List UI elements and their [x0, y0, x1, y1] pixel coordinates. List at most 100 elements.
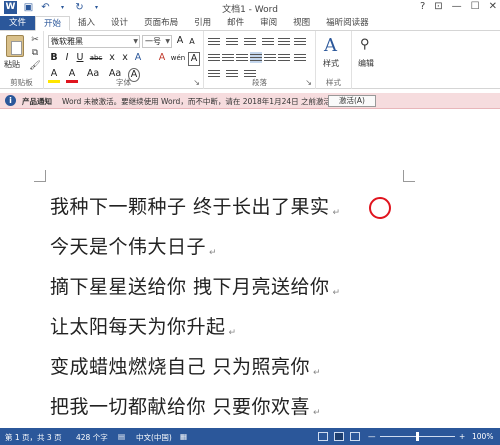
help-button[interactable]: ? — [420, 1, 425, 12]
tab-view[interactable]: 视图 — [285, 16, 318, 30]
styles-group: A 样式 样式 — [316, 31, 352, 89]
margin-corner-top-right — [403, 170, 415, 182]
line-spacing-icon[interactable] — [278, 52, 290, 63]
paragraph-group-label: 段落 — [252, 78, 267, 87]
page-count[interactable]: 第 1 页，共 3 页 — [5, 432, 62, 443]
activate-button[interactable]: 激活(A) — [328, 95, 376, 107]
info-icon: i — [5, 95, 16, 106]
underline-button[interactable]: U — [74, 52, 86, 64]
shrink-font-button[interactable]: A — [186, 36, 198, 48]
macro-icon[interactable]: ▦ — [180, 432, 187, 441]
document-line[interactable]: 把我一切都献给你 只要你欢喜 ↵ — [50, 392, 321, 419]
text-effects-button[interactable]: A — [132, 52, 144, 64]
line-text: 今天是个伟大日子 — [50, 236, 207, 258]
ribbon-display-button[interactable]: ⊡ — [434, 1, 442, 12]
document-line[interactable]: 我种下一颗种子 终于长出了果实 ↵ — [50, 192, 341, 219]
title-bar: W ▣ ↶ ▾ ↻ ▾ 文档1 - Word ? ⊡ — ☐ ✕ — [0, 0, 500, 16]
paragraph-dialog-launcher-icon[interactable]: ↘ — [305, 78, 312, 87]
annotation-circle — [369, 197, 391, 219]
line-text: 让太阳每天为你升起 — [50, 316, 226, 338]
sort-icon[interactable] — [294, 36, 306, 47]
numbering-icon[interactable] — [226, 36, 238, 47]
zoom-out-button[interactable]: — — [368, 432, 376, 441]
font-name-combo[interactable]: 微软雅黑 ▼ — [48, 35, 140, 48]
line-text: 变成蜡烛燃烧自己 只为照亮你 — [50, 356, 311, 378]
styles-icon[interactable]: A — [324, 35, 337, 56]
binoculars-icon[interactable]: ⚲ — [360, 37, 370, 52]
font-group-label: 字体 — [116, 78, 131, 87]
tab-foxit-reader[interactable]: 福昕阅读器 — [318, 16, 377, 30]
ribbon: 粘贴 ✂ ⧉ 🖌 剪贴板 微软雅黑 ▼ 一号 ▼ A A B I U abc x… — [0, 31, 500, 89]
chevron-down-icon: ▼ — [133, 38, 138, 45]
tab-home[interactable]: 开始 — [35, 16, 71, 31]
tab-insert[interactable]: 插入 — [70, 16, 103, 30]
clear-formatting-button[interactable]: A — [156, 52, 168, 64]
font-dialog-launcher-icon[interactable]: ↘ — [193, 78, 200, 87]
document-area[interactable]: 我种下一颗种子 终于长出了果实 ↵ 今天是个伟大日子 ↵ 摘下星星送给你 拽下月亮送… — [0, 110, 500, 428]
close-button[interactable]: ✕ — [489, 1, 497, 12]
paragraph-group: 段落 ↘ — [204, 31, 316, 89]
align-left-icon[interactable] — [208, 52, 220, 63]
web-layout-icon[interactable] — [350, 432, 360, 441]
font-group: 微软雅黑 ▼ 一号 ▼ A A B I U abc x x A A wén A … — [44, 31, 204, 89]
cut-icon[interactable]: ✂ — [29, 34, 41, 46]
notification-bar: i 产品通知 Word 未被激活。要继续使用 Word，而不中断，请在 2018… — [0, 93, 500, 109]
notification-message: Word 未被激活。要继续使用 Word，而不中断，请在 2018年1月24日 … — [62, 97, 339, 106]
subscript-button[interactable]: x — [106, 52, 118, 64]
print-layout-icon[interactable] — [334, 432, 344, 441]
tab-design[interactable]: 设计 — [103, 16, 136, 30]
paragraph-mark-icon: ↵ — [313, 368, 322, 378]
document-line[interactable]: 让太阳每天为你升起 ↵ — [50, 312, 237, 339]
align-right-icon[interactable] — [236, 52, 248, 63]
ribbon-tabs: 文件 开始 插入 设计 页面布局 引用 邮件 审阅 视图 福昕阅读器 — [0, 16, 500, 31]
document-line[interactable]: 摘下星星送给你 拽下月亮送给你 ↵ — [50, 272, 341, 299]
font-size-value: 一号 — [145, 37, 161, 46]
paste-icon[interactable] — [6, 35, 24, 57]
paragraph-mark-icon: ↵ — [228, 328, 237, 338]
tab-page-layout[interactable]: 页面布局 — [136, 16, 186, 30]
read-mode-icon[interactable] — [318, 432, 328, 441]
font-name-value: 微软雅黑 — [51, 37, 83, 46]
styles-button[interactable]: 样式 — [323, 58, 339, 69]
document-line[interactable]: 变成蜡烛燃烧自己 只为照亮你 ↵ — [50, 352, 321, 379]
tab-references[interactable]: 引用 — [186, 16, 219, 30]
copy-icon[interactable]: ⧉ — [29, 47, 41, 59]
zoom-in-button[interactable]: + — [459, 432, 465, 441]
phonetic-guide-button[interactable]: wén — [170, 52, 186, 64]
line-text: 摘下星星送给你 拽下月亮送给你 — [50, 276, 330, 298]
center-icon[interactable] — [222, 52, 234, 63]
multilevel-list-icon[interactable] — [244, 36, 256, 47]
editing-group: ⚲ 编辑 — [352, 31, 388, 89]
language-status[interactable]: 中文(中国) — [136, 432, 172, 443]
bold-button[interactable]: B — [48, 52, 60, 64]
justify-icon[interactable] — [250, 52, 262, 63]
superscript-button[interactable]: x — [119, 52, 131, 64]
paragraph-mark-icon: ↵ — [313, 408, 322, 418]
decrease-indent-icon[interactable] — [262, 36, 274, 47]
italic-button[interactable]: I — [61, 52, 73, 64]
editing-button[interactable]: 编辑 — [358, 58, 374, 69]
minimize-button[interactable]: — — [452, 1, 462, 12]
strikethrough-button[interactable]: abc — [88, 52, 104, 64]
paragraph-mark-icon: ↵ — [332, 288, 341, 298]
paste-button[interactable]: 粘贴 — [4, 59, 20, 70]
char-border-button[interactable]: A — [188, 52, 200, 66]
zoom-slider-thumb[interactable] — [416, 432, 419, 441]
grow-font-button[interactable]: A — [174, 35, 186, 47]
format-painter-icon[interactable]: 🖌 — [29, 60, 41, 72]
tab-mailings[interactable]: 邮件 — [219, 16, 252, 30]
font-size-combo[interactable]: 一号 ▼ — [142, 35, 172, 48]
bullets-icon[interactable] — [208, 36, 220, 47]
increase-indent-icon[interactable] — [278, 36, 290, 47]
document-line[interactable]: 今天是个伟大日子 ↵ — [50, 232, 217, 259]
word-count[interactable]: 428 个字 — [76, 432, 108, 443]
show-marks-icon[interactable] — [294, 52, 306, 63]
proofing-icon[interactable]: ▤ — [118, 432, 125, 441]
notification-title: 产品通知 — [22, 97, 52, 106]
paragraph-mark-icon: ↵ — [332, 208, 341, 218]
maximize-button[interactable]: ☐ — [471, 1, 480, 12]
zoom-level[interactable]: 100% — [472, 432, 493, 441]
tab-review[interactable]: 审阅 — [252, 16, 285, 30]
tab-file[interactable]: 文件 — [0, 16, 36, 30]
distributed-icon[interactable] — [264, 52, 276, 63]
